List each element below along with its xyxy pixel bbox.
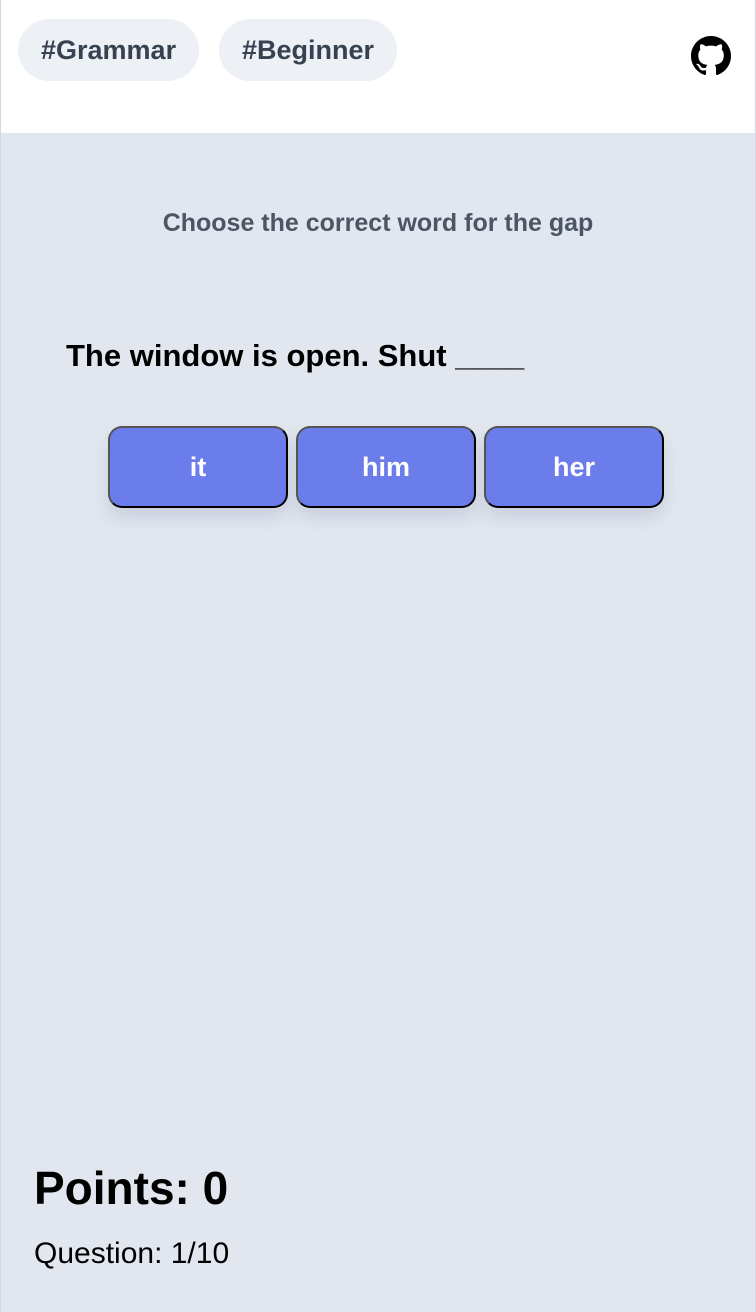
question-progress: Question: 1/10 — [34, 1237, 230, 1270]
answer-options: it him her — [108, 426, 664, 508]
quiz-area: Choose the correct word for the gap The … — [1, 133, 755, 1312]
tag-grammar[interactable]: #Grammar — [18, 19, 200, 81]
quiz-page: #Grammar #Beginner Choose the correct wo… — [0, 0, 756, 1312]
answer-option-him[interactable]: him — [296, 426, 476, 508]
github-icon[interactable] — [691, 36, 731, 76]
question-text: The window is open. Shut ____ — [66, 338, 525, 373]
tag-beginner[interactable]: #Beginner — [219, 19, 398, 81]
answer-option-it[interactable]: it — [108, 426, 288, 508]
points-counter: Points: 0 — [34, 1162, 229, 1214]
instruction-text: Choose the correct word for the gap — [162, 209, 594, 237]
answer-option-her[interactable]: her — [484, 426, 664, 508]
header: #Grammar #Beginner — [1, 0, 755, 133]
